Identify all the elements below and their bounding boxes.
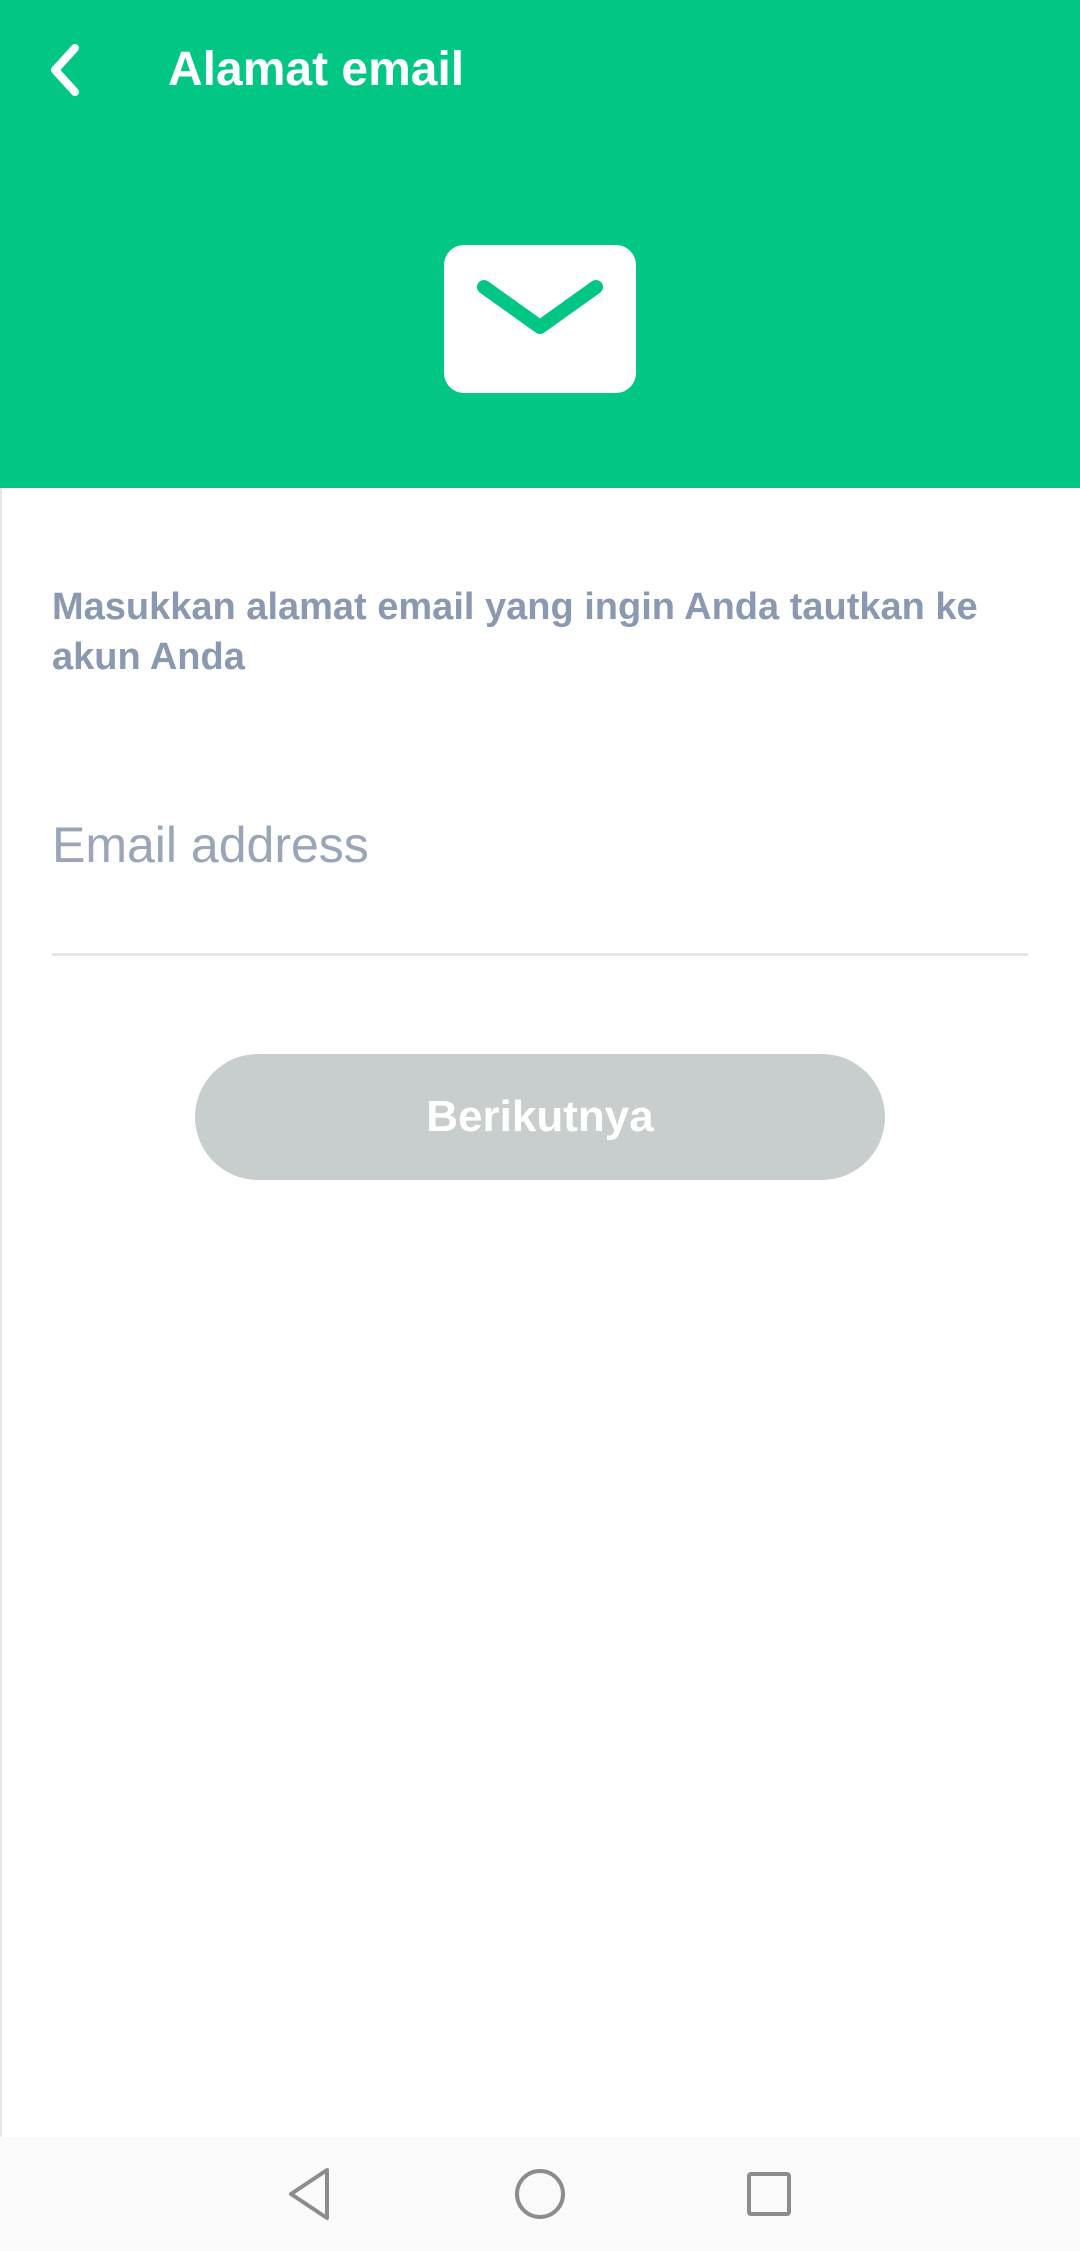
system-back-button[interactable]	[278, 2162, 342, 2226]
square-recents-icon	[747, 2172, 791, 2216]
chevron-left-icon	[51, 44, 79, 96]
back-button[interactable]	[30, 30, 100, 110]
email-input[interactable]	[52, 790, 1028, 900]
email-field	[52, 790, 1028, 956]
screen: Alamat email Masukkan alamat email yang …	[0, 0, 1080, 2251]
system-recents-button[interactable]	[737, 2162, 801, 2226]
system-navigation-bar	[0, 2137, 1080, 2251]
left-edge-divider	[0, 488, 2, 2137]
next-button[interactable]: Berikutnya	[195, 1054, 885, 1180]
system-home-button[interactable]	[508, 2162, 572, 2226]
instruction-text: Masukkan alamat email yang ingin Anda ta…	[52, 586, 978, 678]
envelope-icon	[444, 245, 636, 393]
header: Alamat email	[0, 0, 1080, 488]
triangle-back-icon	[289, 2168, 329, 2220]
circle-home-icon	[515, 2169, 565, 2219]
page-title: Alamat email	[168, 43, 465, 96]
